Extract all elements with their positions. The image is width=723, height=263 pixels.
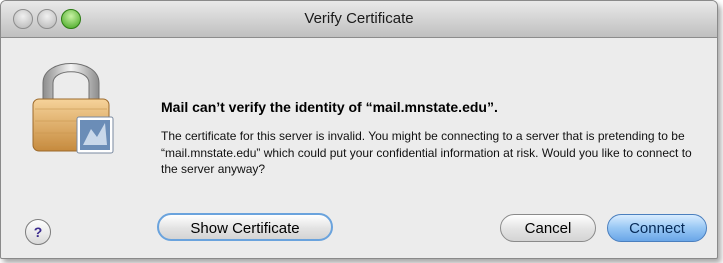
mail-stamp-icon (76, 116, 114, 154)
padlock-icon (32, 63, 114, 154)
title-bar[interactable]: Verify Certificate (1, 1, 717, 38)
window-title: Verify Certificate (304, 10, 414, 27)
dialog-message: The certificate for this server is inval… (161, 129, 692, 176)
show-certificate-button[interactable]: Show Certificate (157, 213, 333, 241)
dialog-headline: Mail can’t verify the identity of “mail.… (161, 99, 498, 115)
verify-certificate-dialog: Verify Certificate Mail can’t verify the… (0, 0, 718, 259)
cancel-button[interactable]: Cancel (500, 214, 596, 242)
help-button[interactable]: ? (25, 219, 51, 245)
connect-button[interactable]: Connect (607, 214, 707, 242)
